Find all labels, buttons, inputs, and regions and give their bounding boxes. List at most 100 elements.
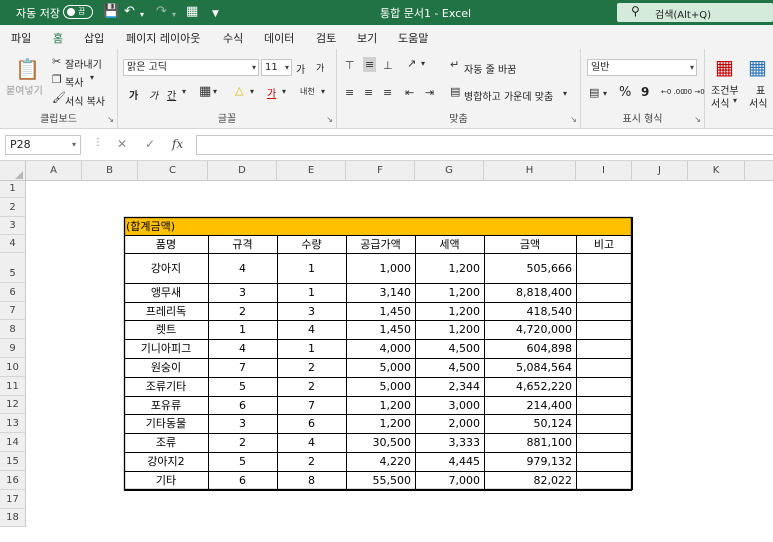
cell-supply[interactable]: 1,200 bbox=[346, 414, 415, 433]
copy-button[interactable]: 복사 bbox=[65, 74, 83, 89]
cell-note[interactable] bbox=[576, 377, 632, 396]
copy-dropdown-icon[interactable]: ▾ bbox=[90, 73, 94, 82]
row-header-8[interactable]: 8 bbox=[0, 320, 26, 339]
row-header-3[interactable]: 3 bbox=[0, 217, 26, 235]
tab-data[interactable]: 데이터 bbox=[264, 30, 294, 46]
cell-tax[interactable]: 4,445 bbox=[415, 452, 484, 471]
column-header-i[interactable]: I bbox=[576, 161, 632, 181]
cell-note[interactable] bbox=[576, 253, 632, 283]
column-header-h[interactable]: H bbox=[484, 161, 576, 181]
cell-supply[interactable]: 55,500 bbox=[346, 471, 415, 490]
cell-item[interactable]: 조류기타 bbox=[124, 377, 208, 396]
cell-qty[interactable]: 6 bbox=[277, 414, 346, 433]
cell-spec[interactable]: 7 bbox=[208, 358, 277, 377]
cell-qty[interactable]: 3 bbox=[277, 302, 346, 320]
cell-tax[interactable]: 1,200 bbox=[415, 253, 484, 283]
cell-item[interactable]: 포유류 bbox=[124, 396, 208, 414]
cell-tax[interactable]: 3,333 bbox=[415, 433, 484, 452]
copy-icon[interactable]: ❐ bbox=[52, 73, 62, 86]
cell-note[interactable] bbox=[576, 283, 632, 302]
cell-supply[interactable]: 1,450 bbox=[346, 302, 415, 320]
cell-tax[interactable]: 2,344 bbox=[415, 377, 484, 396]
row-header-9[interactable]: 9 bbox=[0, 339, 26, 358]
align-left-icon[interactable]: ≡ bbox=[345, 86, 354, 99]
align-center-icon[interactable]: ≡ bbox=[364, 86, 373, 99]
cell-amount[interactable]: 5,084,564 bbox=[484, 358, 576, 377]
header-tax[interactable]: 세액 bbox=[415, 235, 484, 253]
row-header-12[interactable]: 12 bbox=[0, 396, 26, 414]
font-color-button[interactable]: 가 bbox=[267, 85, 276, 100]
worksheet-grid[interactable]: (합계금액) 품명 규격 수량 공급가액 세액 금액 비고 강아지 4 1 1,000 1,200 505… bbox=[26, 181, 773, 542]
header-spec[interactable]: 규격 bbox=[208, 235, 277, 253]
tab-review[interactable]: 검토 bbox=[316, 30, 336, 46]
align-top-icon[interactable]: ⊤ bbox=[345, 59, 355, 72]
fill-color-dropdown-icon[interactable]: ▾ bbox=[250, 87, 254, 96]
underline-button[interactable]: 간 bbox=[167, 87, 176, 102]
cell-qty[interactable]: 1 bbox=[277, 339, 346, 358]
cell-item[interactable]: 조류 bbox=[124, 433, 208, 452]
italic-button[interactable]: 가 bbox=[149, 87, 158, 102]
cell-tax[interactable]: 2,000 bbox=[415, 414, 484, 433]
row-header-17[interactable]: 17 bbox=[0, 490, 26, 509]
cell-note[interactable] bbox=[576, 320, 632, 339]
header-supply[interactable]: 공급가액 bbox=[346, 235, 415, 253]
cell-qty[interactable]: 2 bbox=[277, 358, 346, 377]
table-title-cell[interactable]: (합계금액) bbox=[126, 217, 630, 235]
merge-center-button[interactable]: 병합하고 가운데 맞춤 bbox=[464, 88, 553, 103]
select-all-button[interactable] bbox=[0, 161, 26, 181]
cell-spec[interactable]: 5 bbox=[208, 377, 277, 396]
column-header-a[interactable]: A bbox=[26, 161, 82, 181]
header-item[interactable]: 품명 bbox=[124, 235, 208, 253]
cell-spec[interactable]: 2 bbox=[208, 433, 277, 452]
clipboard-launcher-icon[interactable]: ↘ bbox=[107, 115, 114, 124]
undo-icon[interactable]: ↶ bbox=[124, 4, 135, 20]
number-launcher-icon[interactable]: ↘ bbox=[694, 115, 701, 124]
cell-supply[interactable]: 1,200 bbox=[346, 396, 415, 414]
column-header-c[interactable]: C bbox=[138, 161, 208, 181]
cell-tax[interactable]: 7,000 bbox=[415, 471, 484, 490]
enter-icon[interactable]: ✓ bbox=[145, 137, 155, 151]
row-header-5[interactable]: 5 bbox=[0, 253, 26, 283]
cell-tax[interactable]: 1,200 bbox=[415, 320, 484, 339]
cell-tax[interactable]: 1,200 bbox=[415, 302, 484, 320]
cell-amount[interactable]: 505,666 bbox=[484, 253, 576, 283]
cell-spec[interactable]: 2 bbox=[208, 302, 277, 320]
cell-amount[interactable]: 50,124 bbox=[484, 414, 576, 433]
header-amount[interactable]: 금액 bbox=[484, 235, 576, 253]
cell-qty[interactable]: 8 bbox=[277, 471, 346, 490]
row-header-18[interactable]: 18 bbox=[0, 509, 26, 527]
wrap-text-button[interactable]: 자동 줄 바꿈 bbox=[464, 61, 516, 76]
cell-spec[interactable]: 3 bbox=[208, 283, 277, 302]
redo-dropdown-icon[interactable]: ▾ bbox=[172, 7, 176, 23]
format-table-icon[interactable]: ▦ bbox=[748, 55, 767, 79]
row-header-13[interactable]: 13 bbox=[0, 414, 26, 433]
font-size-select[interactable]: 11 ▾ bbox=[261, 59, 292, 76]
cell-qty[interactable]: 1 bbox=[277, 283, 346, 302]
orientation-dropdown-icon[interactable]: ▾ bbox=[421, 59, 425, 68]
cell-amount[interactable]: 4,720,000 bbox=[484, 320, 576, 339]
phonetic-button[interactable]: 내천 bbox=[300, 86, 315, 97]
accounting-format-icon[interactable]: ▤ bbox=[589, 86, 599, 99]
cell-amount[interactable]: 418,540 bbox=[484, 302, 576, 320]
align-middle-icon[interactable]: ≡ bbox=[363, 57, 377, 72]
column-header-j[interactable]: J bbox=[632, 161, 688, 181]
cell-tax[interactable]: 1,200 bbox=[415, 283, 484, 302]
cell-supply[interactable]: 5,000 bbox=[346, 377, 415, 396]
cell-amount[interactable]: 82,022 bbox=[484, 471, 576, 490]
tab-view[interactable]: 보기 bbox=[357, 30, 377, 46]
column-header-b[interactable]: B bbox=[82, 161, 138, 181]
column-header-f[interactable]: F bbox=[346, 161, 415, 181]
row-header-14[interactable]: 14 bbox=[0, 433, 26, 452]
paste-icon[interactable]: 📋 bbox=[15, 57, 40, 81]
bold-button[interactable]: 가 bbox=[129, 87, 138, 102]
cell-qty[interactable]: 1 bbox=[277, 253, 346, 283]
percent-button[interactable]: % bbox=[619, 85, 631, 100]
cell-item[interactable]: 프레리독 bbox=[124, 302, 208, 320]
formula-input[interactable] bbox=[196, 135, 773, 155]
font-launcher-icon[interactable]: ↘ bbox=[326, 115, 333, 124]
cell-qty[interactable]: 2 bbox=[277, 452, 346, 471]
cell-spec[interactable]: 6 bbox=[208, 396, 277, 414]
tab-insert[interactable]: 삽입 bbox=[84, 30, 104, 46]
cell-supply[interactable]: 1,000 bbox=[346, 253, 415, 283]
cell-supply[interactable]: 4,220 bbox=[346, 452, 415, 471]
